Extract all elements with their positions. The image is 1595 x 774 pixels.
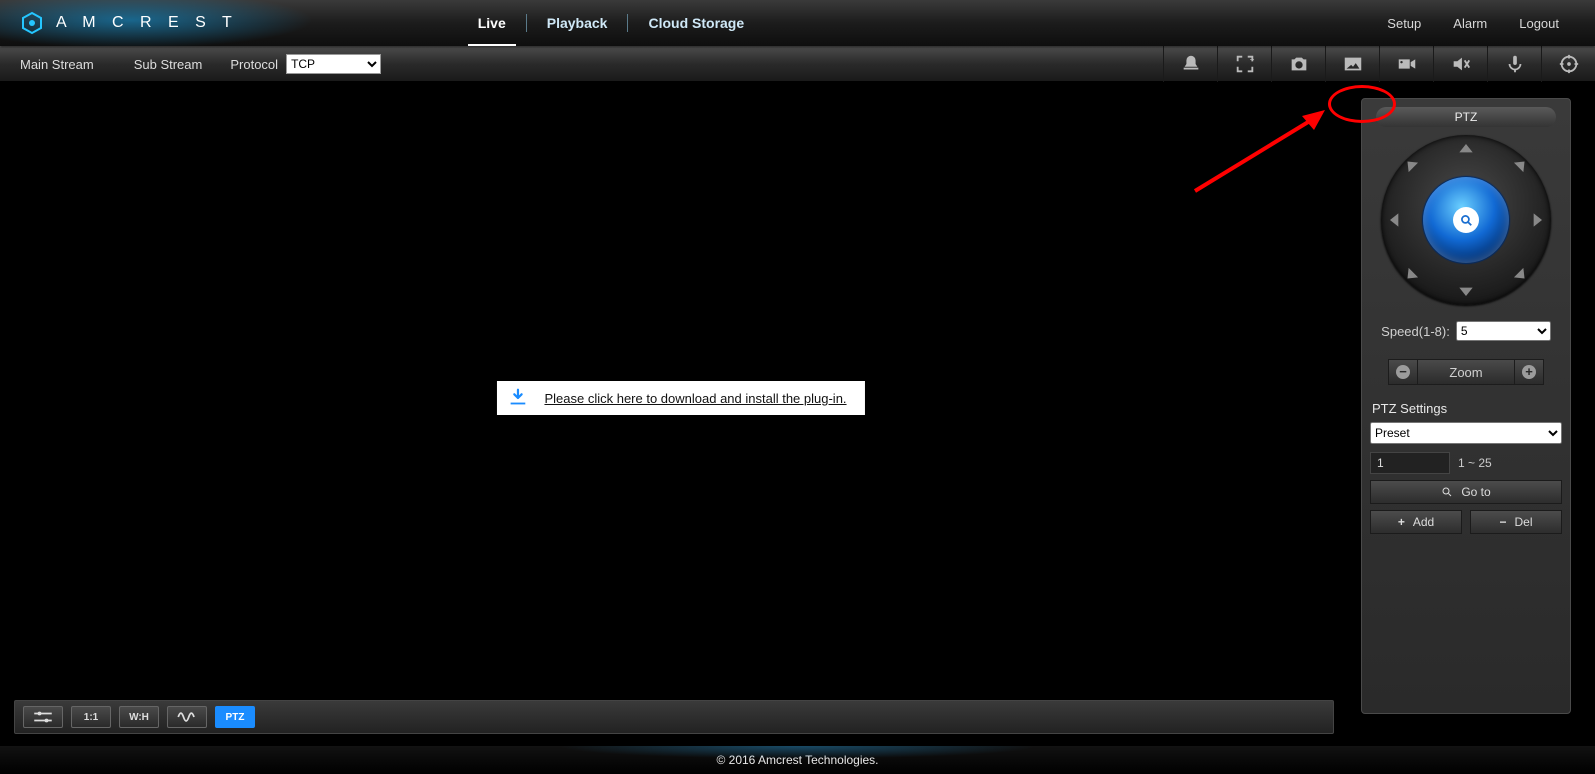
ptz-title: PTZ bbox=[1376, 107, 1556, 127]
fullscreen-icon[interactable]: + bbox=[1217, 46, 1271, 82]
zoom-in-button[interactable]: + bbox=[1514, 359, 1544, 385]
plugin-download-link[interactable]: Please click here to download and instal… bbox=[544, 391, 846, 406]
del-preset-button[interactable]: − Del bbox=[1470, 510, 1562, 534]
preset-number-input[interactable] bbox=[1370, 452, 1450, 474]
sliders-icon bbox=[32, 710, 54, 724]
snapshot-camera-icon[interactable] bbox=[1271, 46, 1325, 82]
minus-icon: − bbox=[1499, 515, 1506, 529]
ptz-downleft-arrow[interactable] bbox=[1401, 265, 1421, 285]
plugin-download-banner: Please click here to download and instal… bbox=[496, 381, 864, 415]
ptz-settings-select[interactable]: Preset bbox=[1370, 422, 1562, 444]
ptz-toggle-button[interactable]: PTZ bbox=[215, 706, 255, 728]
nav-logout[interactable]: Logout bbox=[1503, 16, 1575, 31]
ptz-left-arrow[interactable] bbox=[1385, 210, 1405, 230]
nav-main: Live Playback Cloud Storage bbox=[458, 0, 764, 46]
download-icon bbox=[506, 387, 528, 409]
ptz-downright-arrow[interactable] bbox=[1511, 265, 1531, 285]
fluency-button[interactable] bbox=[167, 706, 207, 728]
sub-toolbar: Main Stream Sub Stream Protocol TCP + bbox=[0, 46, 1595, 82]
header-bar: A M C R E S T Live Playback Cloud Storag… bbox=[0, 0, 1595, 46]
ptz-center-icon bbox=[1453, 207, 1479, 233]
nav-right: Setup Alarm Logout bbox=[1371, 16, 1575, 31]
protocol-select[interactable]: TCP bbox=[286, 54, 381, 74]
nav-setup[interactable]: Setup bbox=[1371, 16, 1437, 31]
brand-text: A M C R E S T bbox=[56, 14, 238, 32]
footer: © 2016 Amcrest Technologies. bbox=[0, 746, 1595, 774]
scale-1-1-button[interactable]: 1:1 bbox=[71, 706, 111, 728]
ptz-down-arrow[interactable] bbox=[1456, 281, 1476, 301]
preset-range-label: 1 ~ 25 bbox=[1458, 456, 1492, 470]
ptz-wheel bbox=[1381, 135, 1551, 305]
record-camera-icon[interactable] bbox=[1379, 46, 1433, 82]
ptz-center-button[interactable] bbox=[1423, 177, 1509, 263]
ptz-upleft-arrow[interactable] bbox=[1401, 155, 1421, 175]
ptz-speed-label: Speed(1-8): bbox=[1381, 324, 1450, 339]
search-icon bbox=[1441, 486, 1453, 498]
wave-icon bbox=[176, 710, 198, 724]
nav-cloud-storage[interactable]: Cloud Storage bbox=[628, 0, 764, 46]
alarm-bell-icon[interactable] bbox=[1163, 46, 1217, 82]
footer-text: © 2016 Amcrest Technologies. bbox=[716, 753, 878, 767]
nav-alarm[interactable]: Alarm bbox=[1437, 16, 1503, 31]
logo-hex-icon bbox=[20, 11, 44, 35]
sub-stream-link[interactable]: Sub Stream bbox=[114, 57, 223, 72]
video-viewport: Please click here to download and instal… bbox=[0, 82, 1361, 714]
svg-text:+: + bbox=[1249, 55, 1254, 64]
goto-button[interactable]: Go to bbox=[1370, 480, 1562, 504]
ptz-speed-select[interactable]: 5 bbox=[1456, 321, 1551, 341]
brand-logo: A M C R E S T bbox=[20, 11, 238, 35]
add-preset-button[interactable]: + Add bbox=[1370, 510, 1462, 534]
ptz-right-arrow[interactable] bbox=[1527, 210, 1547, 230]
microphone-icon[interactable] bbox=[1487, 46, 1541, 82]
ptz-upright-arrow[interactable] bbox=[1511, 155, 1531, 175]
video-bottom-toolbar: 1:1 W:H PTZ bbox=[14, 700, 1334, 734]
zoom-label: Zoom bbox=[1418, 359, 1514, 385]
speaker-mute-icon[interactable] bbox=[1433, 46, 1487, 82]
protocol-label: Protocol bbox=[230, 57, 278, 72]
plus-icon: + bbox=[1398, 515, 1405, 529]
crosshair-icon[interactable] bbox=[1541, 46, 1595, 82]
nav-playback[interactable]: Playback bbox=[527, 0, 628, 46]
nav-live[interactable]: Live bbox=[458, 0, 526, 46]
scale-wh-button[interactable]: W:H bbox=[119, 706, 159, 728]
adjust-sliders-button[interactable] bbox=[23, 706, 63, 728]
ptz-panel: PTZ Speed(1-8): bbox=[1361, 98, 1571, 714]
ptz-settings-label: PTZ Settings bbox=[1372, 401, 1562, 416]
ptz-up-arrow[interactable] bbox=[1456, 139, 1476, 159]
picture-icon[interactable] bbox=[1325, 46, 1379, 82]
main-area: Please click here to download and instal… bbox=[0, 82, 1595, 714]
main-stream-link[interactable]: Main Stream bbox=[0, 57, 114, 72]
zoom-out-button[interactable]: − bbox=[1388, 359, 1418, 385]
